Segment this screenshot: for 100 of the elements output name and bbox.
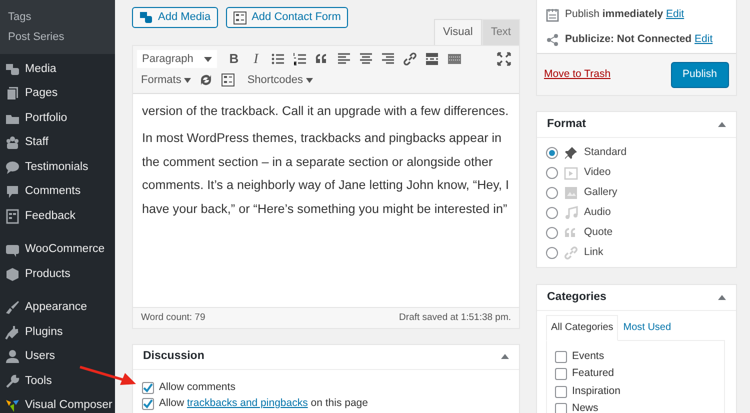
publish-setting: Publish immediately Edit <box>565 6 684 22</box>
radio-button[interactable] <box>546 166 558 179</box>
quote-icon <box>564 226 578 240</box>
chat-bubbles-icon <box>5 160 20 175</box>
checkbox[interactable] <box>555 368 567 380</box>
fullscreen-icon[interactable] <box>497 52 511 66</box>
collapse-icon[interactable] <box>718 122 726 127</box>
sidebar-item[interactable]: Media <box>0 57 115 82</box>
sidebar-item[interactable]: Visual Composer <box>0 394 115 413</box>
category-tab[interactable]: All Categories <box>546 314 618 341</box>
format-label: Audio <box>584 204 611 220</box>
radio-button[interactable] <box>546 226 558 239</box>
media-icon <box>5 62 20 77</box>
pin-icon <box>564 146 578 160</box>
checkbox[interactable] <box>555 386 567 398</box>
radio-button[interactable] <box>546 246 558 259</box>
panel-title: Categories <box>547 290 606 305</box>
media-icon <box>139 10 153 24</box>
edit-link[interactable]: Edit <box>666 8 684 20</box>
align-right-icon[interactable] <box>381 52 395 66</box>
draft-status: Draft saved at 1:51:38 pm. <box>399 310 511 324</box>
form-icon[interactable] <box>221 73 236 87</box>
add-media-button[interactable]: Add Media <box>132 7 218 28</box>
category-label: News <box>572 401 598 413</box>
option-label: Allow trackbacks and pingbacks on this page <box>159 396 368 411</box>
format-select[interactable]: Paragraph <box>137 50 217 68</box>
sidebar-item[interactable]: Users <box>0 344 115 369</box>
collapse-icon[interactable] <box>501 354 509 360</box>
music-icon <box>564 206 578 220</box>
edit-link[interactable]: Edit <box>694 32 713 45</box>
collapse-icon[interactable] <box>718 294 726 300</box>
align-center-icon[interactable] <box>359 52 373 66</box>
sidebar-item[interactable]: Tools <box>0 369 115 394</box>
checkbox[interactable] <box>555 403 567 413</box>
submenu-item[interactable]: Post Series <box>0 28 115 48</box>
gallery-icon <box>564 186 578 200</box>
video-icon <box>564 166 578 180</box>
bullet-list-icon[interactable] <box>271 52 285 66</box>
editor-tab[interactable]: Visual <box>434 19 482 44</box>
word-count: Word count: 79 <box>141 310 206 324</box>
checkbox[interactable] <box>142 382 154 394</box>
category-label: Featured <box>572 366 614 382</box>
people-icon <box>5 135 20 150</box>
form-icon <box>5 208 20 224</box>
radio-button[interactable] <box>546 186 558 199</box>
quote-icon[interactable] <box>315 52 329 66</box>
sidebar-item[interactable]: Pages <box>0 82 115 106</box>
publish-button[interactable]: Publish <box>670 62 729 88</box>
sidebar-item[interactable]: Plugins <box>0 320 115 344</box>
format-label: Link <box>584 244 604 260</box>
comment-icon <box>5 184 20 200</box>
box-icon <box>5 266 20 282</box>
form-icon <box>232 10 247 24</box>
format-label: Standard <box>584 144 627 160</box>
checkbox[interactable] <box>142 398 154 410</box>
formats-menu[interactable]: Formats <box>137 72 196 88</box>
sidebar-item[interactable]: WooCommerce <box>0 238 115 262</box>
calendar-icon <box>546 8 559 22</box>
sidebar-item[interactable]: Portfolio <box>0 106 115 130</box>
add-form-button[interactable]: Add Contact Form <box>226 7 348 28</box>
annotation-arrow <box>78 364 138 388</box>
link-icon <box>564 246 578 260</box>
sidebar-item[interactable]: Comments <box>0 180 115 204</box>
numbered-list-icon[interactable] <box>293 52 307 66</box>
logo-icon <box>5 398 20 413</box>
trash-link[interactable]: Move to Trash <box>544 67 611 83</box>
help-link[interactable]: trackbacks and pingbacks <box>187 396 308 409</box>
radio-button[interactable] <box>546 146 558 159</box>
panel-title: Discussion <box>143 349 204 364</box>
paragraph: In most WordPress themes, trackbacks and pingbacks appear in the comment section – in a separate section or alongside other comments. It’s a neighborly way of Jane letting John know, “Hey, I have your back,” or “Here’s something you might be interested in” <box>142 130 510 218</box>
caret-icon <box>204 56 212 62</box>
caret-icon <box>306 78 313 82</box>
wrench-icon <box>5 374 20 389</box>
sidebar-item[interactable]: Feedback <box>0 204 115 228</box>
caret-icon <box>184 78 192 82</box>
category-label: Inspiration <box>572 384 620 399</box>
bold-button[interactable]: B <box>223 49 245 69</box>
sidebar-item[interactable]: Appearance <box>0 296 115 320</box>
option-label: Allow comments <box>159 380 236 395</box>
sidebar-item[interactable]: Products <box>0 262 115 286</box>
share-icon <box>546 32 559 46</box>
format-label: Quote <box>584 224 613 240</box>
pages-icon <box>5 86 20 102</box>
publish-setting: Publicize: Not Connected Edit <box>565 32 713 47</box>
sidebar-item[interactable]: Testimonials <box>0 155 115 180</box>
sidebar-item[interactable]: Staff <box>0 130 115 155</box>
radio-button[interactable] <box>546 206 558 219</box>
align-left-icon[interactable] <box>337 52 351 66</box>
link-icon[interactable] <box>403 52 417 66</box>
user-icon <box>5 349 20 364</box>
submenu-item[interactable]: Tags <box>0 8 115 28</box>
checkbox[interactable] <box>555 350 567 362</box>
refresh-icon[interactable] <box>199 73 214 87</box>
format-label: Gallery <box>584 184 618 200</box>
read-more-icon[interactable] <box>425 52 439 66</box>
category-tab[interactable]: Most Used <box>618 314 676 340</box>
check-icon <box>143 398 153 409</box>
shortcodes-menu[interactable]: Shortcodes <box>243 72 317 88</box>
italic-button[interactable]: I <box>245 49 267 69</box>
keyboard-icon[interactable] <box>447 52 461 66</box>
